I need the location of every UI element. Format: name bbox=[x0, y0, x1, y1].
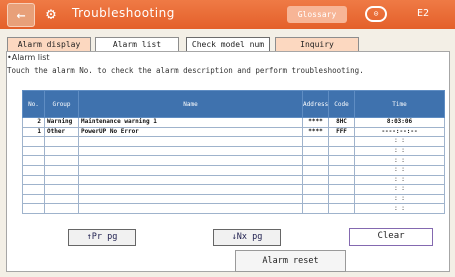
table-row[interactable]: : : bbox=[22, 174, 445, 186]
tab-alarm-list[interactable]: Alarm list bbox=[95, 37, 179, 52]
cell-no[interactable] bbox=[22, 184, 45, 195]
cell-time: : : bbox=[354, 145, 445, 157]
table-header-row: No. Group Name Address Code Time bbox=[22, 90, 445, 118]
cell-time: : : bbox=[354, 155, 445, 166]
cell-name bbox=[78, 136, 303, 147]
cell-name bbox=[78, 145, 303, 157]
cell-name bbox=[78, 155, 303, 166]
cell-code bbox=[328, 203, 355, 214]
cell-name bbox=[78, 164, 303, 176]
display-toggle-icon[interactable]: E2 bbox=[410, 6, 436, 22]
cell-no[interactable] bbox=[22, 174, 45, 186]
header-time: Time bbox=[354, 90, 445, 118]
cell-address: **** bbox=[302, 117, 329, 128]
cell-no[interactable] bbox=[22, 193, 45, 205]
header-code: Code bbox=[328, 90, 355, 118]
cell-time: : : bbox=[354, 184, 445, 195]
cell-address bbox=[302, 164, 329, 176]
next-page-button[interactable]: ↓Nx pg bbox=[213, 229, 281, 246]
table-row[interactable]: 2 Warning Maintenance warning 1 **** 8HC… bbox=[22, 117, 445, 128]
cell-no[interactable] bbox=[22, 164, 45, 176]
cell-address bbox=[302, 184, 329, 195]
cell-no[interactable] bbox=[22, 145, 45, 157]
cell-code: FFF bbox=[328, 126, 355, 138]
cell-address bbox=[302, 145, 329, 157]
tab-inquiry[interactable]: Inquiry bbox=[275, 37, 359, 52]
cell-time: : : bbox=[354, 136, 445, 147]
cell-no[interactable] bbox=[22, 203, 45, 214]
page-title: Troubleshooting bbox=[72, 6, 175, 20]
cell-code bbox=[328, 136, 355, 147]
cell-no[interactable] bbox=[22, 136, 45, 147]
cell-group bbox=[44, 136, 79, 147]
cell-code bbox=[328, 193, 355, 205]
cell-no[interactable]: 1 bbox=[22, 126, 45, 138]
cell-time: : : bbox=[354, 174, 445, 186]
cell-address bbox=[302, 155, 329, 166]
table-row[interactable]: : : bbox=[22, 155, 445, 166]
table-row[interactable]: : : bbox=[22, 164, 445, 176]
status-icon[interactable]: ⊙ bbox=[365, 6, 387, 22]
cell-code bbox=[328, 145, 355, 157]
table-row[interactable]: 1 Other PowerUP No Error **** FFF ----:-… bbox=[22, 126, 445, 138]
cell-time: 8:03:06 bbox=[354, 117, 445, 128]
back-arrow-icon[interactable]: ← bbox=[7, 3, 35, 27]
instruction-text: Touch the alarm No. to check the alarm d… bbox=[7, 66, 364, 75]
cell-group bbox=[44, 203, 79, 214]
section-title: •Alarm list bbox=[7, 53, 50, 62]
cell-code: 8HC bbox=[328, 117, 355, 128]
cell-time: ----:--:-- bbox=[354, 126, 445, 138]
cell-name bbox=[78, 174, 303, 186]
settings-gear-icon[interactable]: ⚙ bbox=[42, 5, 60, 23]
cell-group bbox=[44, 164, 79, 176]
alarm-reset-button[interactable]: Alarm reset bbox=[235, 250, 346, 272]
table-row[interactable]: : : bbox=[22, 203, 445, 214]
tab-check-model-num[interactable]: Check model num bbox=[186, 37, 270, 52]
cell-no[interactable] bbox=[22, 155, 45, 166]
cell-time: : : bbox=[354, 203, 445, 214]
cell-address: **** bbox=[302, 126, 329, 138]
clear-button[interactable]: Clear bbox=[349, 228, 433, 246]
table-row[interactable]: : : bbox=[22, 193, 445, 205]
cell-address bbox=[302, 174, 329, 186]
tab-alarm-display[interactable]: Alarm display bbox=[7, 37, 91, 52]
title-bar: ← ⚙ Troubleshooting Glossary ⊙ E2 bbox=[0, 0, 455, 29]
header-group: Group bbox=[44, 90, 79, 118]
cell-code bbox=[328, 155, 355, 166]
cell-group: Other bbox=[44, 126, 79, 138]
cell-group bbox=[44, 174, 79, 186]
previous-page-button[interactable]: ↑Pr pg bbox=[68, 229, 136, 246]
header-name: Name bbox=[78, 90, 303, 118]
cell-address bbox=[302, 193, 329, 205]
cell-address bbox=[302, 203, 329, 214]
cell-group: Warning bbox=[44, 117, 79, 128]
cell-address bbox=[302, 136, 329, 147]
cell-time: : : bbox=[354, 164, 445, 176]
cell-code bbox=[328, 164, 355, 176]
cell-code bbox=[328, 184, 355, 195]
cell-name: Maintenance warning 1 bbox=[78, 117, 303, 128]
cell-time: : : bbox=[354, 193, 445, 205]
cell-group bbox=[44, 184, 79, 195]
cell-name bbox=[78, 193, 303, 205]
glossary-button[interactable]: Glossary bbox=[287, 6, 347, 23]
alarm-table: No. Group Name Address Code Time 2 Warni… bbox=[22, 90, 445, 214]
table-row[interactable]: : : bbox=[22, 136, 445, 147]
header-address: Address bbox=[302, 90, 329, 118]
header-no: No. bbox=[22, 90, 45, 118]
table-row[interactable]: : : bbox=[22, 145, 445, 157]
table-row[interactable]: : : bbox=[22, 184, 445, 195]
cell-name bbox=[78, 184, 303, 195]
cell-name bbox=[78, 203, 303, 214]
cell-name: PowerUP No Error bbox=[78, 126, 303, 138]
cell-no[interactable]: 2 bbox=[22, 117, 45, 128]
cell-group bbox=[44, 193, 79, 205]
cell-group bbox=[44, 145, 79, 157]
cell-code bbox=[328, 174, 355, 186]
cell-group bbox=[44, 155, 79, 166]
